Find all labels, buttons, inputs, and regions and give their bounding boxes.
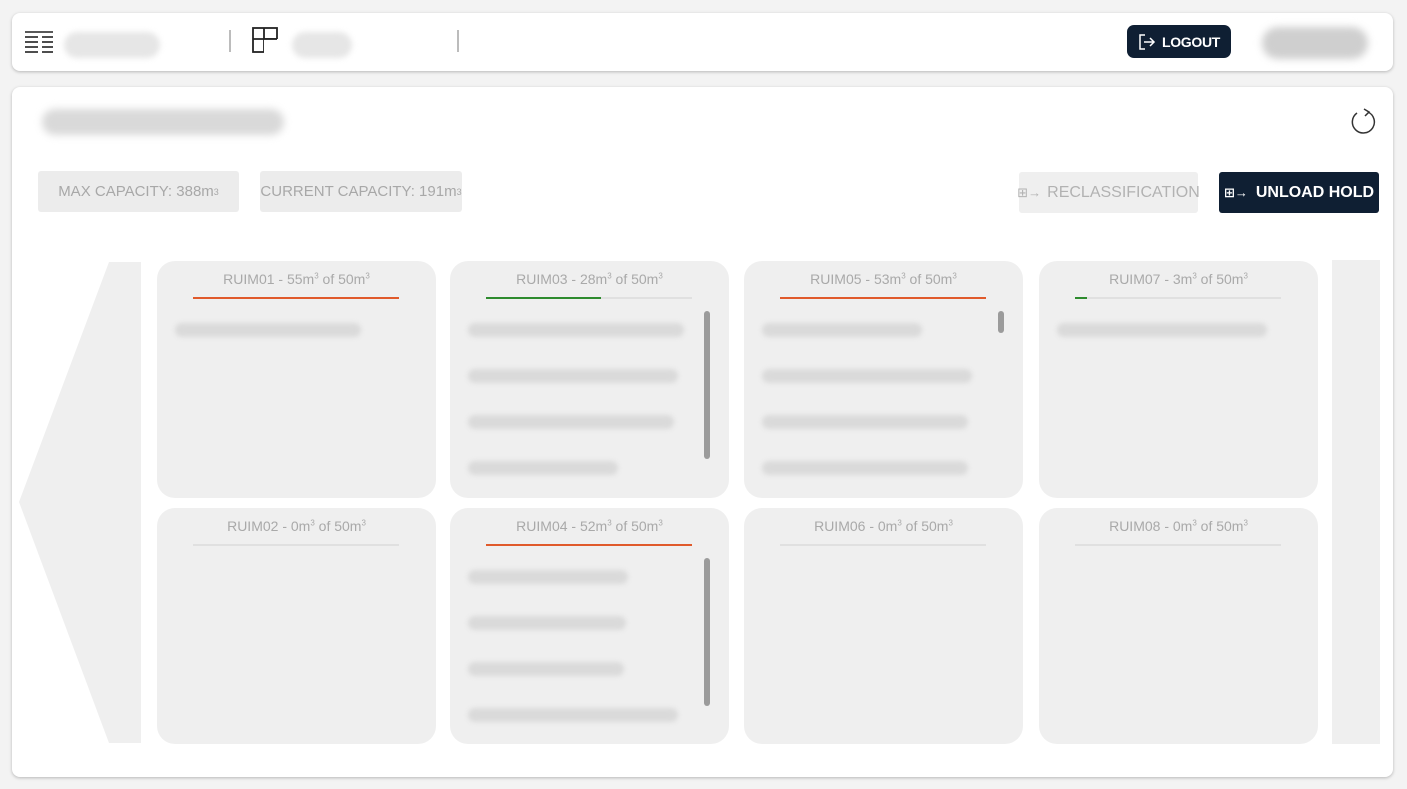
refresh-icon[interactable] xyxy=(1348,107,1378,137)
unit-superscript: 3 xyxy=(365,271,370,281)
hold-fill-bar xyxy=(780,297,986,299)
hold-volume-label: RUIM01 - 55m xyxy=(223,271,315,287)
current-capacity-badge: CURRENT CAPACITY: 191m 3 xyxy=(260,171,462,212)
hold-title: RUIM05 - 53m3 of 50m3 xyxy=(744,271,1023,287)
unit-superscript: 3 xyxy=(1243,271,1248,281)
hold-fill-level xyxy=(193,297,399,299)
unit-superscript: 3 xyxy=(1243,518,1248,528)
hold-fill-bar xyxy=(486,297,692,299)
unload-hold-button[interactable]: ⊞→ UNLOAD HOLD xyxy=(1219,172,1379,213)
hold-fill-level xyxy=(780,297,986,299)
hold-capacity-label: of 50m xyxy=(1196,271,1244,287)
unit-superscript: 3 xyxy=(213,186,219,197)
hold-fill-bar xyxy=(1075,297,1281,299)
hold-volume-label: RUIM04 - 52m xyxy=(516,518,608,534)
transfer-icon: ⊞→ xyxy=(1223,184,1248,200)
hold-capacity-label: of 50m xyxy=(905,271,953,287)
divider xyxy=(457,30,459,52)
hold-fill-bar xyxy=(193,544,399,546)
cargo-item-blurred[interactable] xyxy=(762,415,968,429)
ship-bow-shape xyxy=(19,262,141,743)
cargo-item-blurred[interactable] xyxy=(468,369,678,383)
hold-volume-label: RUIM08 - 0m xyxy=(1109,518,1193,534)
reclassification-button[interactable]: ⊞→ RECLASSIFICATION xyxy=(1017,172,1200,213)
hold-scrollbar[interactable] xyxy=(998,311,1004,333)
hold-fill-bar xyxy=(193,297,399,299)
hold-title: RUIM02 - 0m3 of 50m3 xyxy=(157,518,436,534)
reclassification-label: RECLASSIFICATION xyxy=(1047,183,1200,201)
vessel-name-blurred xyxy=(64,32,160,58)
cargo-item-blurred[interactable] xyxy=(468,616,626,630)
hold-capacity-label: of 50m xyxy=(318,271,366,287)
hold-fill-bar xyxy=(1075,544,1281,546)
hold-ruim08[interactable]: RUIM08 - 0m3 of 50m3 xyxy=(1039,508,1318,744)
hold-ruim05[interactable]: RUIM05 - 53m3 of 50m3 xyxy=(744,261,1023,498)
hold-title: RUIM04 - 52m3 of 50m3 xyxy=(450,518,729,534)
logout-label: LOGOUT xyxy=(1161,33,1221,50)
unit-superscript: 3 xyxy=(361,518,366,528)
cargo-item-blurred[interactable] xyxy=(1057,323,1267,337)
hold-title: RUIM01 - 55m3 of 50m3 xyxy=(157,271,436,287)
cargo-item-blurred[interactable] xyxy=(762,369,972,383)
transfer-icon: ⊞→ xyxy=(1017,184,1042,200)
max-capacity-label: MAX CAPACITY: 388m xyxy=(58,183,214,200)
list-menu-icon[interactable] xyxy=(24,28,54,54)
hold-volume-label: RUIM07 - 3m xyxy=(1109,271,1193,287)
hold-volume-label: RUIM02 - 0m xyxy=(227,518,311,534)
hold-title: RUIM08 - 0m3 of 50m3 xyxy=(1039,518,1318,534)
hold-capacity-label: of 50m xyxy=(1196,518,1244,534)
user-avatar-blurred[interactable] xyxy=(1262,27,1368,59)
cargo-item-blurred[interactable] xyxy=(762,461,968,475)
hold-capacity-label: of 50m xyxy=(314,518,362,534)
hold-title: RUIM06 - 0m3 of 50m3 xyxy=(744,518,1023,534)
cargo-item-blurred[interactable] xyxy=(468,708,678,722)
divider xyxy=(229,30,231,52)
hold-volume-label: RUIM05 - 53m xyxy=(810,271,902,287)
top-bar: LOGOUT xyxy=(12,13,1393,71)
hold-capacity-label: of 50m xyxy=(901,518,949,534)
hold-scrollbar[interactable] xyxy=(704,311,710,459)
unit-superscript: 3 xyxy=(952,271,957,281)
layout-icon[interactable] xyxy=(252,27,278,53)
hold-fill-level xyxy=(486,297,602,299)
hold-capacity-label: of 50m xyxy=(611,518,659,534)
logout-button[interactable]: LOGOUT xyxy=(1127,25,1231,58)
hold-volume-label: RUIM06 - 0m xyxy=(814,518,898,534)
cargo-item-blurred[interactable] xyxy=(468,323,684,337)
hold-ruim02[interactable]: RUIM02 - 0m3 of 50m3 xyxy=(157,508,436,744)
hold-scrollbar[interactable] xyxy=(704,558,710,706)
hold-ruim03[interactable]: RUIM03 - 28m3 of 50m3 xyxy=(450,261,729,498)
hold-volume-label: RUIM03 - 28m xyxy=(516,271,608,287)
hold-ruim06[interactable]: RUIM06 - 0m3 of 50m3 xyxy=(744,508,1023,744)
hold-fill-level xyxy=(1075,297,1088,299)
cargo-item-blurred[interactable] xyxy=(468,461,618,475)
page-title-blurred xyxy=(42,109,284,135)
cargo-item-blurred[interactable] xyxy=(762,323,922,337)
unload-hold-label: UNLOAD HOLD xyxy=(1255,183,1375,201)
logout-icon xyxy=(1139,33,1156,50)
hold-fill-bar xyxy=(780,544,986,546)
cargo-item-blurred[interactable] xyxy=(468,662,624,676)
ship-stern-shape xyxy=(1332,260,1380,744)
unit-superscript: 3 xyxy=(948,518,953,528)
hold-ruim01[interactable]: RUIM01 - 55m3 of 50m3 xyxy=(157,261,436,498)
hold-title: RUIM07 - 3m3 of 50m3 xyxy=(1039,271,1318,287)
max-capacity-badge: MAX CAPACITY: 388m 3 xyxy=(38,171,239,212)
hold-ruim07[interactable]: RUIM07 - 3m3 of 50m3 xyxy=(1039,261,1318,498)
hold-fill-bar xyxy=(486,544,692,546)
unit-superscript: 3 xyxy=(658,518,663,528)
unit-superscript: 3 xyxy=(658,271,663,281)
hold-fill-level xyxy=(486,544,692,546)
view-name-blurred xyxy=(292,32,352,58)
hold-capacity-label: of 50m xyxy=(611,271,659,287)
cargo-item-blurred[interactable] xyxy=(175,323,361,337)
current-capacity-label: CURRENT CAPACITY: 191m xyxy=(260,183,457,200)
main-panel: MAX CAPACITY: 388m 3 CURRENT CAPACITY: 19… xyxy=(12,87,1393,777)
unit-superscript: 3 xyxy=(456,186,462,197)
hold-ruim04[interactable]: RUIM04 - 52m3 of 50m3 xyxy=(450,508,729,744)
cargo-item-blurred[interactable] xyxy=(468,415,674,429)
hold-title: RUIM03 - 28m3 of 50m3 xyxy=(450,271,729,287)
cargo-item-blurred[interactable] xyxy=(468,570,628,584)
